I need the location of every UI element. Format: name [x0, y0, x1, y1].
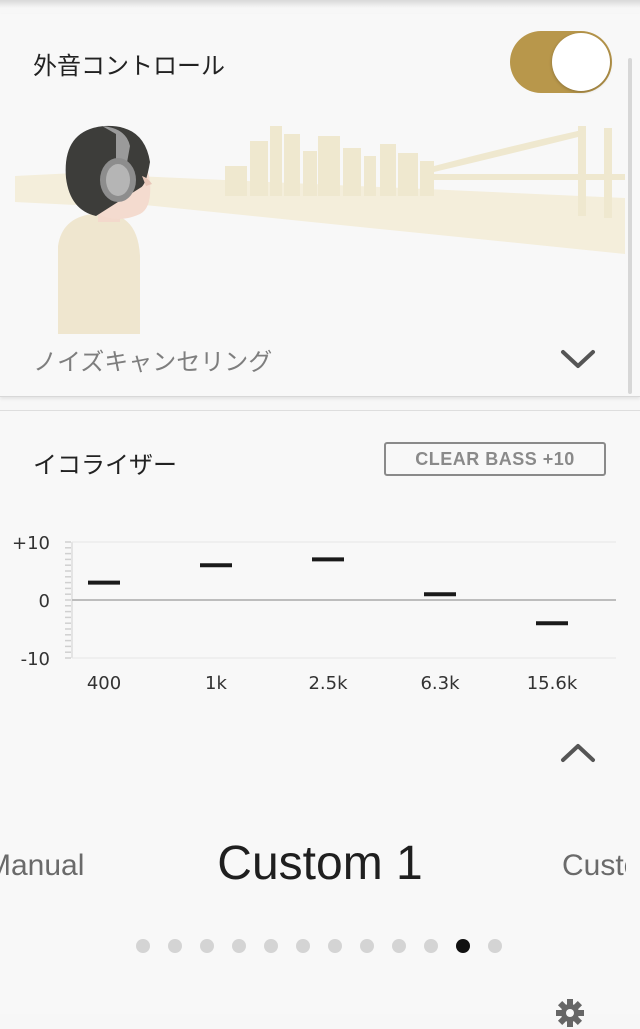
page-dot[interactable] [456, 939, 470, 953]
x-tick-label: 1k [205, 673, 227, 691]
y-tick-label: 0 [39, 591, 50, 612]
gear-icon[interactable] [554, 997, 586, 1029]
ambient-sound-card: 外音コントロール ノイズキャンセリング [0, 14, 640, 397]
ambient-sound-title: 外音コントロール [33, 52, 225, 80]
page-dot[interactable] [392, 939, 406, 953]
y-tick-label: -10 [21, 649, 50, 670]
page-dot[interactable] [200, 939, 214, 953]
equalizer-chart[interactable]: +10 0 -10 400 1k 2.5k 6.3k 15.6k [0, 521, 640, 691]
preset-page-indicator [136, 938, 502, 954]
clear-bass-button[interactable]: CLEAR BASS +10 [384, 442, 606, 476]
listener-illustration [58, 125, 152, 334]
preset-previous[interactable]: Manual [0, 849, 100, 883]
preset-current[interactable]: Custom 1 [170, 836, 470, 891]
x-tick-label: 400 [87, 673, 121, 691]
page-dot[interactable] [424, 939, 438, 953]
x-tick-label: 15.6k [527, 673, 578, 691]
equalizer-title: イコライザー [33, 451, 177, 479]
page-dot[interactable] [232, 939, 246, 953]
top-shadow [0, 0, 640, 8]
page-dot[interactable] [328, 939, 342, 953]
page-dot[interactable] [296, 939, 310, 953]
page-dot[interactable] [360, 939, 374, 953]
ambient-sound-toggle[interactable] [510, 31, 612, 93]
chevron-down-icon[interactable] [560, 348, 596, 370]
x-tick-label: 2.5k [308, 673, 348, 691]
page-dot[interactable] [168, 939, 182, 953]
y-tick-label: +10 [12, 533, 50, 554]
ambient-mode-label: ノイズキャンセリング [33, 348, 273, 376]
chevron-up-icon[interactable] [560, 742, 596, 764]
page-dot[interactable] [488, 939, 502, 953]
page-dot[interactable] [136, 939, 150, 953]
equalizer-card: イコライザー CLEAR BASS +10 +10 0 -10 400 1k 2.5k 6.… [0, 410, 640, 1027]
toggle-knob [552, 33, 610, 91]
preset-next[interactable]: Custom 2 [562, 849, 626, 883]
ambient-sound-illustration [15, 125, 625, 334]
page-dot[interactable] [264, 939, 278, 953]
x-tick-label: 6.3k [420, 673, 460, 691]
scroll-indicator[interactable] [628, 58, 632, 394]
